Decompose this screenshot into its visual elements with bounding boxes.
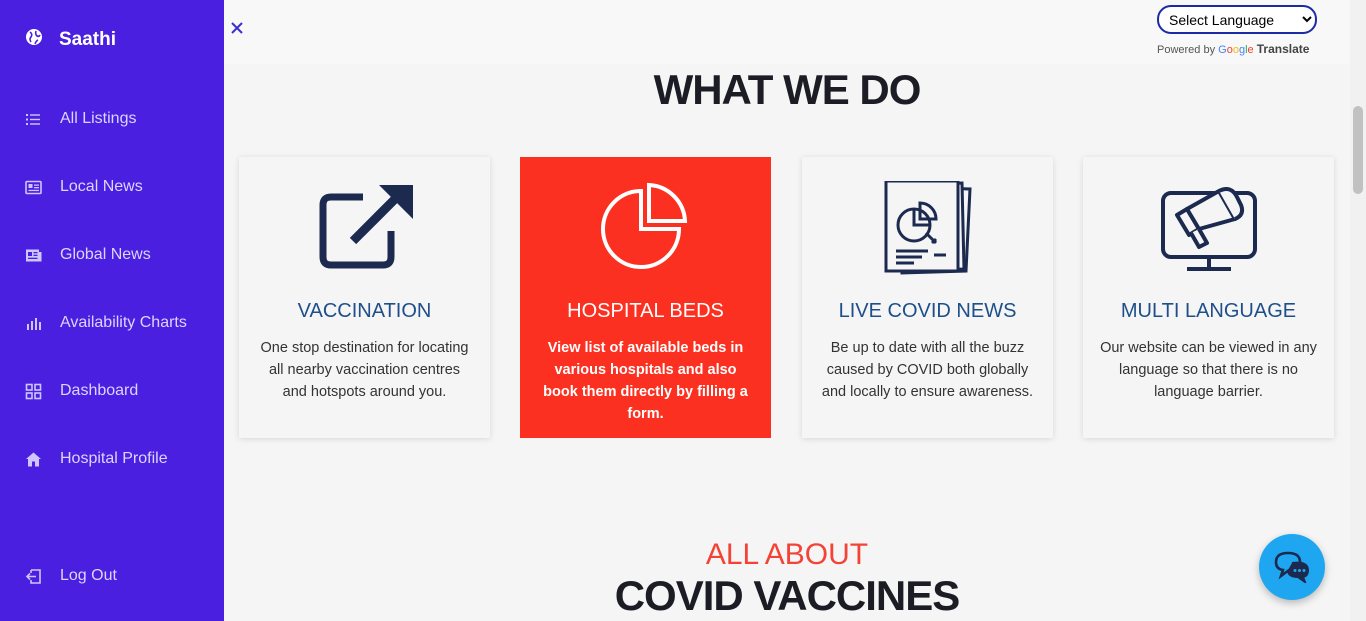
bar-chart-icon [25,315,42,332]
sidebar-item-availability-charts[interactable]: Availability Charts [25,314,187,332]
section-kicker: ALL ABOUT [705,538,869,571]
feature-card-vaccination[interactable]: VACCINATION One stop destination for loc… [239,157,490,438]
sidebar-item-label: Availability Charts [60,314,187,331]
section-title-vaccines: COVID VACCINES [614,572,961,619]
sidebar-item-label: Dashboard [60,382,139,399]
logout-icon [25,568,42,585]
list-icon [25,111,42,128]
chat-button[interactable] [1259,534,1325,600]
chat-bubbles-icon [1274,551,1310,583]
close-sidebar-button[interactable] [229,19,245,37]
card-title: LIVE COVID NEWS [838,300,1017,322]
sidebar-item-label: All Listings [60,110,137,127]
card-title: HOSPITAL BEDS [567,300,724,322]
feature-card-live-covid-news[interactable]: LIVE COVID NEWS Be up to date with all t… [802,157,1053,438]
powered-by-google-translate[interactable]: Powered by Google Translate [1157,42,1309,56]
card-title: VACCINATION [297,300,432,322]
dashboard-grid-icon [25,383,42,400]
google-logo: Google [1218,44,1254,56]
translate-label: Translate [1256,42,1310,56]
sidebar-item-local-news[interactable]: Local News [25,178,143,196]
globe-icon [25,28,43,51]
home-icon [25,451,42,468]
megaphone-monitor-icon [1083,181,1334,273]
card-text: Be up to date with all the buzz caused b… [821,340,1034,400]
sidebar-item-all-listings[interactable]: All Listings [25,110,136,128]
logout-label: Log Out [60,567,117,584]
logout-button[interactable]: Log Out [25,567,117,585]
sidebar-item-global-news[interactable]: Global News [25,246,151,264]
sidebar-item-label: Hospital Profile [60,450,168,467]
newspaper-icon [25,179,42,196]
card-text: One stop destination for locating all ne… [260,340,469,400]
pie-chart-icon [520,181,771,273]
sidebar-item-label: Local News [60,178,143,195]
card-text: Our website can be viewed in any languag… [1100,340,1317,400]
language-select-wrapper: Select Language [1157,5,1317,34]
section-title: WHAT WE DO [653,66,922,113]
sidebar-item-label: Global News [60,246,151,263]
feature-card-hospital-beds[interactable]: HOSPITAL BEDS View list of available bed… [520,157,771,438]
brand-title: Saathi [59,28,117,50]
report-document-icon [802,181,1053,275]
scrollbar-thumb[interactable] [1353,106,1363,194]
sidebar-item-dashboard[interactable]: Dashboard [25,382,138,400]
language-select[interactable]: Select Language [1157,5,1317,34]
brand[interactable]: Saathi [25,28,116,51]
feature-card-multi-language[interactable]: MULTI LANGUAGE Our website can be viewed… [1083,157,1334,438]
page-scrollbar[interactable] [1350,0,1366,621]
external-link-icon [239,181,490,273]
sidebar-item-hospital-profile[interactable]: Hospital Profile [25,450,168,468]
card-text: View list of available beds in various h… [543,340,748,422]
news-feed-icon [25,247,42,264]
powered-by-label: Powered by [1157,44,1216,56]
sidebar: Saathi All Listings Local News Global Ne… [0,0,224,621]
close-icon [231,22,243,34]
card-title: MULTI LANGUAGE [1120,300,1297,322]
